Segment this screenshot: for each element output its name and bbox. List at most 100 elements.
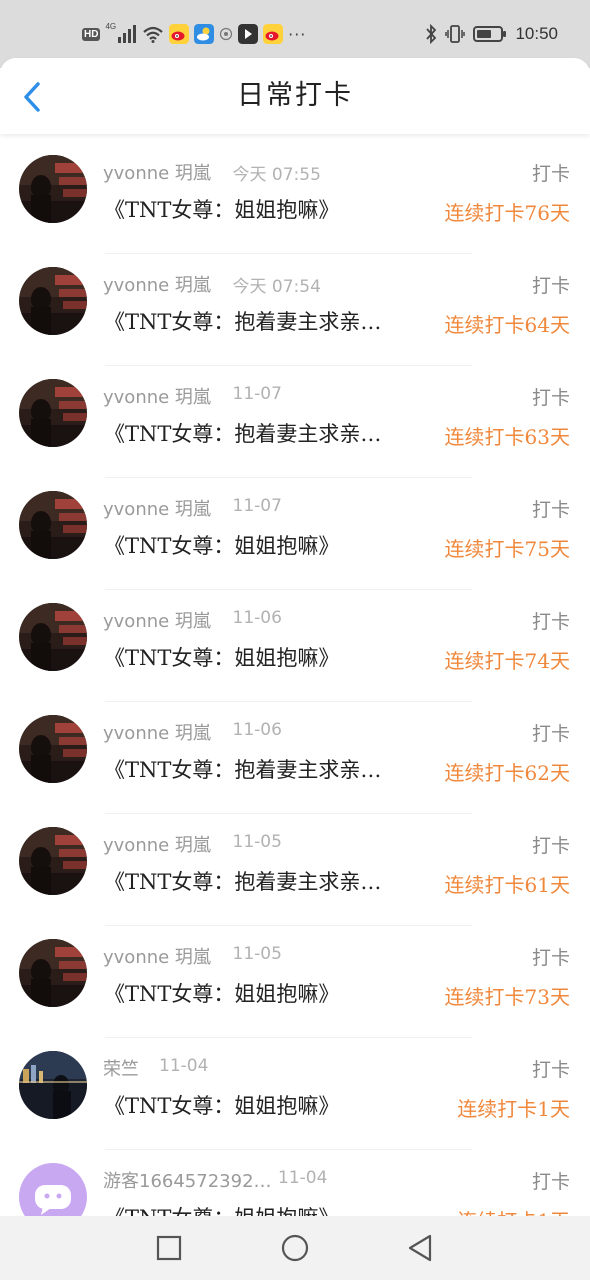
weather-icon [194, 24, 215, 44]
list-item[interactable]: 荣竺 11-04 打卡 《TNT女尊：姐姐抱嘛》 连续打卡1天 [0, 1038, 590, 1150]
list-item[interactable]: yvonne 玥嵐 11-05 打卡 《TNT女尊：姐姐抱嘛》 连续打卡73天 [0, 926, 590, 1038]
action-label: 打卡 [531, 835, 570, 857]
back-nav-button[interactable] [402, 1230, 438, 1266]
list-item[interactable]: yvonne 玥嵐 11-07 打卡 《TNT女尊：抱着妻主求亲… 连续打卡63… [0, 366, 590, 478]
user-name[interactable]: 游客1664572392… [103, 1167, 272, 1193]
checkin-content[interactable]: 《TNT女尊：姐姐抱嘛》 [104, 1202, 422, 1216]
checkin-time: 11-06 [232, 720, 282, 740]
clock: 10:50 [515, 24, 558, 43]
network-type: 4G [105, 22, 117, 31]
checkin-content[interactable]: 《TNT女尊：姐姐抱嘛》 [104, 530, 422, 560]
avatar[interactable] [19, 939, 87, 1007]
user-name[interactable]: yvonne 玥嵐 [103, 159, 211, 185]
avatar-photo [19, 939, 87, 1007]
checkin-content[interactable]: 《TNT女尊：姐姐抱嘛》 [104, 194, 422, 224]
action-label: 打卡 [531, 947, 570, 969]
vibrate-icon [445, 25, 466, 43]
streak-label: 连续打卡1天 [457, 1205, 570, 1216]
back-triangle-icon [408, 1234, 432, 1262]
checkin-time: 11-07 [232, 496, 282, 516]
avatar[interactable] [19, 155, 87, 223]
streak-label: 连续打卡63天 [444, 425, 570, 449]
avatar-photo [19, 715, 87, 783]
avatar-photo [19, 827, 87, 895]
checkin-content[interactable]: 《TNT女尊：抱着妻主求亲… [104, 866, 422, 896]
list-item[interactable]: yvonne 玥嵐 11-07 打卡 《TNT女尊：姐姐抱嘛》 连续打卡75天 [0, 478, 590, 590]
avatar[interactable] [19, 491, 87, 559]
home-icon [281, 1234, 309, 1262]
list-item[interactable]: 游客1664572392… 11-04 打卡 《TNT女尊：姐姐抱嘛》 连续打卡… [0, 1150, 590, 1216]
action-label: 打卡 [531, 723, 570, 745]
hd-indicator: HD [82, 27, 101, 41]
app-header: 日常打卡 [0, 58, 590, 134]
avatar-photo [19, 1051, 87, 1119]
list-item[interactable]: yvonne 玥嵐 今天 07:54 打卡 《TNT女尊：抱着妻主求亲… 连续打… [0, 254, 590, 366]
recent-apps-button[interactable] [151, 1230, 187, 1266]
user-name[interactable]: yvonne 玥嵐 [103, 383, 211, 409]
video-icon [238, 24, 259, 44]
recent-apps-icon [156, 1235, 182, 1261]
streak-label: 连续打卡64天 [444, 313, 570, 337]
status-icons-right: 10:50 [425, 22, 558, 46]
checkin-content[interactable]: 《TNT女尊：姐姐抱嘛》 [104, 1090, 422, 1120]
avatar[interactable] [19, 1163, 87, 1216]
list-item[interactable]: yvonne 玥嵐 11-06 打卡 《TNT女尊：抱着妻主求亲… 连续打卡62… [0, 702, 590, 814]
checkin-content[interactable]: 《TNT女尊：抱着妻主求亲… [104, 754, 422, 784]
weibo-icon [169, 24, 190, 44]
action-label: 打卡 [531, 1059, 570, 1081]
checkin-list[interactable]: yvonne 玥嵐 今天 07:55 打卡 《TNT女尊：姐姐抱嘛》 连续打卡7… [0, 142, 590, 1216]
avatar[interactable] [19, 827, 87, 895]
camera-icon [220, 27, 233, 41]
streak-label: 连续打卡74天 [444, 649, 570, 673]
more-notifications: ··· [288, 24, 307, 44]
user-name[interactable]: yvonne 玥嵐 [103, 719, 211, 745]
checkin-time: 11-04 [159, 1056, 209, 1076]
weibo-icon [263, 24, 284, 44]
checkin-time: 今天 07:55 [232, 165, 321, 185]
battery-icon [473, 26, 507, 42]
checkin-content[interactable]: 《TNT女尊：姐姐抱嘛》 [104, 642, 422, 672]
user-name[interactable]: yvonne 玥嵐 [103, 943, 211, 969]
page-title: 日常打卡 [237, 80, 353, 111]
avatar-photo [19, 155, 87, 223]
avatar[interactable] [19, 1051, 87, 1119]
streak-label: 连续打卡73天 [444, 985, 570, 1009]
home-button[interactable] [277, 1230, 313, 1266]
streak-label: 连续打卡76天 [444, 201, 570, 225]
list-item[interactable]: yvonne 玥嵐 今天 07:55 打卡 《TNT女尊：姐姐抱嘛》 连续打卡7… [0, 142, 590, 254]
checkin-time: 今天 07:54 [232, 277, 321, 297]
user-name[interactable]: yvonne 玥嵐 [103, 607, 211, 633]
avatar[interactable] [19, 379, 87, 447]
action-label: 打卡 [531, 611, 570, 633]
avatar-photo [19, 267, 87, 335]
avatar[interactable] [19, 715, 87, 783]
user-name[interactable]: 荣竺 [103, 1055, 139, 1081]
guest-chat-icon [19, 1163, 87, 1216]
checkin-time: 11-04 [278, 1168, 328, 1188]
action-label: 打卡 [531, 163, 570, 185]
checkin-time: 11-06 [232, 608, 282, 628]
action-label: 打卡 [531, 275, 570, 297]
wifi-icon [143, 26, 163, 43]
action-label: 打卡 [531, 499, 570, 521]
list-item[interactable]: yvonne 玥嵐 11-05 打卡 《TNT女尊：抱着妻主求亲… 连续打卡61… [0, 814, 590, 926]
checkin-content[interactable]: 《TNT女尊：抱着妻主求亲… [104, 306, 422, 336]
avatar-photo [19, 379, 87, 447]
checkin-content[interactable]: 《TNT女尊：抱着妻主求亲… [104, 418, 422, 448]
checkin-content[interactable]: 《TNT女尊：姐姐抱嘛》 [104, 978, 422, 1008]
list-item[interactable]: yvonne 玥嵐 11-06 打卡 《TNT女尊：姐姐抱嘛》 连续打卡74天 [0, 590, 590, 702]
avatar-photo [19, 491, 87, 559]
user-name[interactable]: yvonne 玥嵐 [103, 831, 211, 857]
avatar[interactable] [19, 603, 87, 671]
avatar[interactable] [19, 267, 87, 335]
status-icons-left: HD 4G ··· [82, 22, 306, 46]
action-label: 打卡 [531, 1171, 570, 1193]
streak-label: 连续打卡61天 [444, 873, 570, 897]
system-nav-bar [0, 1216, 590, 1280]
user-name[interactable]: yvonne 玥嵐 [103, 271, 211, 297]
bluetooth-icon [426, 24, 437, 44]
checkin-time: 11-05 [232, 832, 282, 852]
checkin-time: 11-05 [232, 944, 282, 964]
user-name[interactable]: yvonne 玥嵐 [103, 495, 211, 521]
action-label: 打卡 [531, 387, 570, 409]
